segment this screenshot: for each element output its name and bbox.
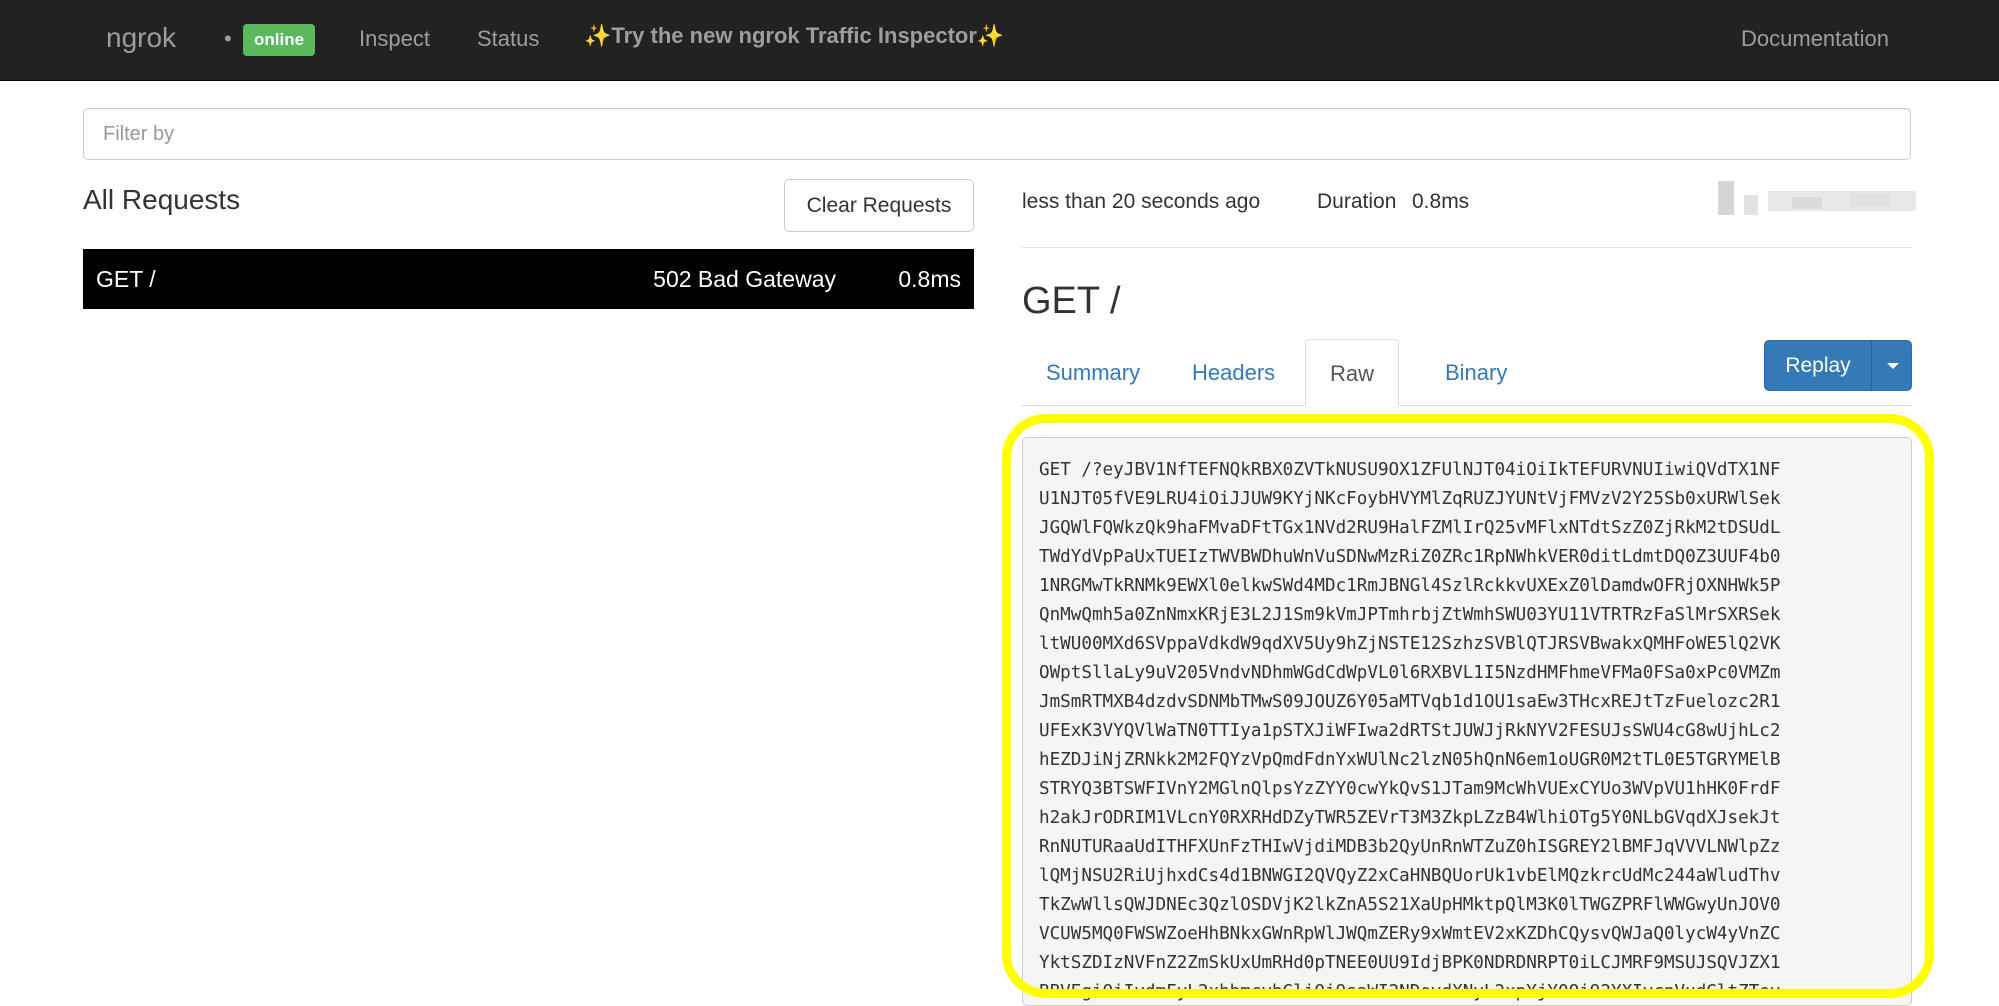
clear-requests-button[interactable]: Clear Requests	[784, 179, 974, 232]
tab-binary[interactable]: Binary	[1421, 339, 1531, 405]
request-time: less than 20 seconds ago	[1022, 190, 1261, 213]
raw-request-text: GET /?eyJBV1NfTEFNQkRBX0ZVTkNUSU9OX1ZFUl…	[1039, 460, 1781, 1002]
status-dot: •	[224, 26, 232, 51]
top-navbar: ngrok • online Inspect Status ✨Try the n…	[0, 0, 1999, 81]
filter-input[interactable]	[83, 108, 1911, 160]
nav-link-documentation[interactable]: Documentation	[1741, 26, 1889, 52]
nav-link-status[interactable]: Status	[477, 26, 539, 52]
request-method-path: GET /	[96, 266, 156, 292]
request-status: 502 Bad Gateway	[653, 266, 836, 292]
tab-headers[interactable]: Headers	[1168, 339, 1299, 405]
nav-link-traffic-inspector[interactable]: ✨Try the new ngrok Traffic Inspector✨	[584, 23, 1004, 49]
duration-label: Duration	[1317, 190, 1397, 213]
redacted-address	[1700, 181, 1916, 215]
detail-divider	[1022, 247, 1912, 248]
tab-summary[interactable]: Summary	[1022, 339, 1164, 405]
requests-heading: All Requests	[83, 184, 241, 215]
raw-request-panel[interactable]: GET /?eyJBV1NfTEFNQkRBX0ZVTkNUSU9OX1ZFUl…	[1022, 437, 1912, 1006]
request-title: GET /	[1022, 280, 1121, 322]
brand-logo[interactable]: ngrok	[106, 22, 176, 54]
request-row[interactable]: GET / 502 Bad Gateway 0.8ms	[83, 249, 974, 309]
nav-link-inspect[interactable]: Inspect	[359, 26, 430, 52]
tab-raw[interactable]: Raw	[1305, 339, 1400, 406]
duration-value: 0.8ms	[1412, 190, 1470, 213]
replay-button-group: Replay	[1764, 340, 1912, 391]
status-badge: online	[243, 24, 316, 56]
replay-button[interactable]: Replay	[1764, 340, 1872, 391]
replay-dropdown-caret-icon[interactable]	[1871, 340, 1912, 391]
request-duration: 0.8ms	[898, 266, 961, 292]
